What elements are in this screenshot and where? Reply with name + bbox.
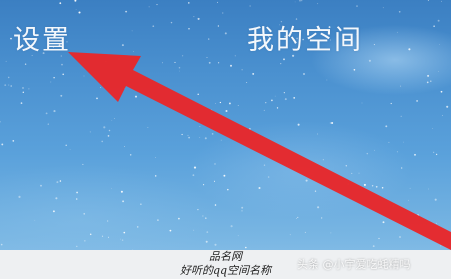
phone-screen: 设置 我的空间 品名网 好听的qq空间名称 头条 @小宇爱吃蚝精吗 <box>0 0 451 279</box>
red-annotation-arrow <box>68 52 451 250</box>
watermark-text: 头条 @小宇爱吃蚝精吗 <box>297 258 411 271</box>
arrow-up-left-icon <box>68 52 451 250</box>
